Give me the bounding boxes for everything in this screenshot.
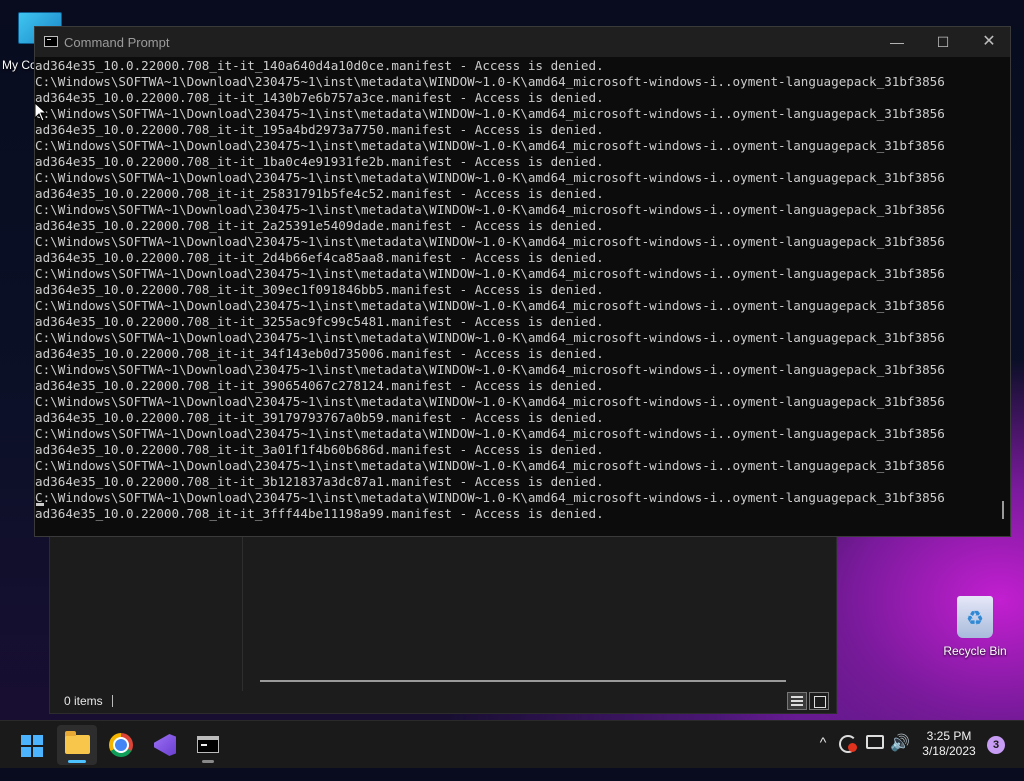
command-prompt-icon xyxy=(44,36,58,47)
show-hidden-icons-chevron-icon[interactable]: ^ xyxy=(814,734,832,752)
console-line: ad364e35_10.0.22000.708_it-it_3a01f1f4b6… xyxy=(35,442,604,457)
console-line: ad364e35_10.0.22000.708_it-it_3255ac9fc9… xyxy=(35,314,604,329)
file-explorer-icon xyxy=(65,731,90,754)
console-line: C:\Windows\SOFTWA~1\Download\230475~1\in… xyxy=(35,170,945,185)
taskbar-chrome[interactable] xyxy=(101,725,141,765)
console-line: ad364e35_10.0.22000.708_it-it_2a25391e54… xyxy=(35,218,604,233)
console-line: C:\Windows\SOFTWA~1\Download\230475~1\in… xyxy=(35,74,945,89)
console-line: ad364e35_10.0.22000.708_it-it_1ba0c4e919… xyxy=(35,154,604,169)
console-line: C:\Windows\SOFTWA~1\Download\230475~1\in… xyxy=(35,330,945,345)
status-divider xyxy=(112,695,113,707)
running-indicator xyxy=(68,760,86,763)
horizontal-scrollbar[interactable] xyxy=(260,680,786,682)
start-button[interactable] xyxy=(12,725,52,765)
console-line: C:\Windows\SOFTWA~1\Download\230475~1\in… xyxy=(35,266,945,281)
desktop-icon-label: Recycle Bin xyxy=(943,644,1007,658)
status-bar: 0 items xyxy=(50,689,836,713)
console-line: ad364e35_10.0.22000.708_it-it_3917979376… xyxy=(35,410,604,425)
console-line: ad364e35_10.0.22000.708_it-it_34f143eb0d… xyxy=(35,346,604,361)
console-line: ad364e35_10.0.22000.708_it-it_3fff44be11… xyxy=(35,506,604,521)
console-line: ad364e35_10.0.22000.708_it-it_140a640d4a… xyxy=(35,58,604,73)
console-line: ad364e35_10.0.22000.708_it-it_1430b7e6b7… xyxy=(35,90,604,105)
taskbar-command-prompt[interactable] xyxy=(188,725,228,765)
console-line: ad364e35_10.0.22000.708_it-it_309ec1f091… xyxy=(35,282,604,297)
console-line: C:\Windows\SOFTWA~1\Download\230475~1\in… xyxy=(35,202,945,217)
clock[interactable]: 3:25 PM 3/18/2023 xyxy=(916,729,982,759)
console-line: ad364e35_10.0.22000.708_it-it_3b121837a3… xyxy=(35,474,604,489)
console-line: ad364e35_10.0.22000.708_it-it_195a4bd297… xyxy=(35,122,604,137)
console-line: C:\Windows\SOFTWA~1\Download\230475~1\in… xyxy=(35,138,945,153)
item-count: 0 items xyxy=(64,694,103,708)
desktop-icon-label: My Co xyxy=(2,58,37,72)
console-line: C:\Windows\SOFTWA~1\Download\230475~1\in… xyxy=(35,394,945,409)
console-line: ad364e35_10.0.22000.708_it-it_2d4b66ef4c… xyxy=(35,250,604,265)
console-line: C:\Windows\SOFTWA~1\Download\230475~1\in… xyxy=(35,106,945,121)
minimize-button[interactable]: — xyxy=(874,27,920,57)
console-line: C:\Windows\SOFTWA~1\Download\230475~1\in… xyxy=(35,426,945,441)
vertical-scrollbar[interactable] xyxy=(1002,501,1004,519)
console-line: ad364e35_10.0.22000.708_it-it_390654067c… xyxy=(35,378,604,393)
visual-studio-icon xyxy=(154,734,176,756)
network-error-icon[interactable] xyxy=(838,733,858,753)
console-output[interactable]: ad364e35_10.0.22000.708_it-it_140a640d4a… xyxy=(35,58,995,536)
console-line: C:\Windows\SOFTWA~1\Download\230475~1\in… xyxy=(35,490,945,505)
taskbar-visual-studio[interactable] xyxy=(145,725,185,765)
title-bar[interactable]: Command Prompt — ☐ ✕ xyxy=(35,27,1010,57)
speaker-icon[interactable]: 🔊 xyxy=(890,733,910,781)
console-line: C:\Windows\SOFTWA~1\Download\230475~1\in… xyxy=(35,234,945,249)
notification-badge[interactable]: 3 xyxy=(987,736,1005,754)
window-title: Command Prompt xyxy=(64,35,170,50)
recycle-bin-icon xyxy=(957,596,993,638)
chrome-icon xyxy=(109,733,133,757)
windows-start-icon xyxy=(21,735,43,757)
console-line: C:\Windows\SOFTWA~1\Download\230475~1\in… xyxy=(35,362,945,377)
console-line: C:\Windows\SOFTWA~1\Download\230475~1\in… xyxy=(35,458,945,473)
desktop-icon-recycle-bin[interactable]: Recycle Bin xyxy=(938,596,1012,658)
console-text: ad364e35_10.0.22000.708_it-it_140a640d4a… xyxy=(35,58,995,522)
close-button[interactable]: ✕ xyxy=(966,27,1012,57)
command-prompt-window[interactable]: Command Prompt — ☐ ✕ ad364e35_10.0.22000… xyxy=(34,26,1011,537)
console-line: C:\Windows\SOFTWA~1\Download\230475~1\in… xyxy=(35,298,945,313)
clock-date: 3/18/2023 xyxy=(922,744,976,758)
console-line: ad364e35_10.0.22000.708_it-it_25831791b5… xyxy=(35,186,604,201)
navigation-pane[interactable] xyxy=(50,521,243,691)
command-prompt-icon xyxy=(197,736,219,753)
running-indicator xyxy=(202,760,214,763)
clock-time: 3:25 PM xyxy=(926,729,972,743)
taskbar-file-explorer[interactable] xyxy=(57,725,97,765)
text-cursor xyxy=(36,503,44,506)
taskbar: ^ 🔊 3:25 PM 3/18/2023 3 xyxy=(0,720,1024,768)
display-icon[interactable] xyxy=(866,735,884,749)
file-explorer-window: 0 items xyxy=(49,520,837,714)
maximize-button[interactable]: ☐ xyxy=(920,27,966,57)
